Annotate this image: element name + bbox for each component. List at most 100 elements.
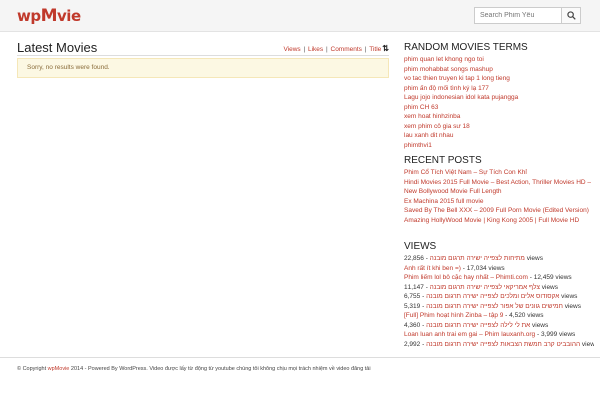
view-count: 6,755 (404, 293, 421, 300)
view-post-link[interactable]: צלף אמריקאי לצפייה ישירה תרגום מובנה (430, 284, 540, 291)
list-item: Hindi Movies 2015 Full Movie – Best Acti… (404, 178, 594, 197)
view-post-link[interactable]: Loan luan anh trai em gai – Phim lauxanh… (404, 331, 535, 338)
view-count: 5,319 (404, 302, 421, 310)
random-terms-list: phim quan let khong ngo toi phim mohabba… (404, 55, 594, 150)
list-item: phim quan let khong ngo toi (404, 55, 594, 65)
list-item: xem hoat hinhzinba (404, 112, 594, 122)
sort-bar: Views | Likes | Comments | Title⇅ (283, 44, 389, 53)
sort-views-link[interactable]: Views (283, 46, 300, 53)
footer-brand-link[interactable]: wpMovie (48, 366, 70, 372)
view-post-link[interactable]: את לי לילה לצפייה ישירה תרגום מובנה (426, 322, 530, 329)
random-terms-widget: RANDOM MOVIES TERMS phim quan let khong … (404, 42, 594, 150)
view-post-link[interactable]: Phim liếm lol bô cặc hay nhất – Phimti.c… (404, 274, 528, 281)
list-item: lau xanh dit nhau (404, 131, 594, 141)
list-item: 6,755 - אקסודוס אלים ומלכים לצפייה ישירה… (404, 293, 578, 300)
list-item: 2,992 - ההובביט קרב חמשת הצבאות לצפייה י… (404, 340, 594, 350)
views-suffix: views (559, 331, 576, 338)
list-item: Lagu jojo indonesian idol kata pujangga (404, 93, 594, 103)
logo-prefix: wp (17, 7, 41, 25)
post-link[interactable]: Ex Machina 2015 full movie (404, 198, 484, 205)
views-widget: VIEWS 22,856 - מתיחות לצפייה ישירה תרגום… (404, 241, 594, 349)
view-post-link[interactable]: [Full] Phim hoạt hình Zinba – tập 9 (404, 312, 503, 319)
view-count: 3,999 (540, 331, 558, 338)
term-link[interactable]: xem phim cô gia sư 18 (404, 123, 470, 130)
term-link[interactable]: phim mohabbat songs mashup (404, 66, 493, 73)
list-item: phim mohabbat songs mashup (404, 65, 594, 75)
view-count: 17,034 (466, 264, 487, 272)
list-item: Saved By The Bell XXX – 2009 Full Porn M… (404, 206, 594, 216)
sort-title-link[interactable]: Title (369, 46, 381, 53)
list-item: [Full] Phim hoạt hình Zinba – tập 9 - 4,… (404, 312, 544, 319)
term-link[interactable]: vo tac thien truyen ki tap 1 long tieng (404, 75, 510, 82)
footer: © Copyright wpMovie 2014 - Powered By Wo… (17, 366, 371, 372)
footer-divider (0, 357, 600, 358)
widget-title: RANDOM MOVIES TERMS (404, 42, 528, 53)
list-item: phim ấn độ mối tình ký lạ 177 (404, 84, 594, 94)
list-item: 11,147 - צלף אמריקאי לצפייה ישירה תרגום … (404, 283, 559, 291)
list-item: Anh rất ít khi ben =) - 17,034 views (404, 264, 505, 272)
post-link[interactable]: Hindi Movies 2015 Full Movie – Best Acti… (404, 179, 591, 196)
post-link[interactable]: Saved By The Bell XXX – 2009 Full Porn M… (404, 207, 589, 214)
view-count: 4,360 (404, 321, 421, 329)
term-link[interactable]: phim quan let khong ngo toi (404, 56, 484, 63)
logo-suffix: vie (57, 7, 81, 25)
view-post-link[interactable]: מתיחות לצפייה ישירה תרגום מובנה (430, 255, 525, 262)
logo-main: M (40, 6, 58, 26)
list-item: vo tac thien truyen ki tap 1 long tieng (404, 74, 594, 84)
recent-posts-widget: RECENT POSTS Phim Cổ Tích Việt Nam – Sự … (404, 155, 594, 225)
widget-title: RECENT POSTS (404, 155, 482, 166)
term-link[interactable]: Lagu jojo indonesian idol kata pujangga (404, 94, 518, 101)
list-item: Loan luan anh trai em gai – Phim lauxanh… (404, 331, 576, 338)
views-suffix: views (527, 312, 544, 319)
view-post-link[interactable]: חמישים גוונים של אפור לצפייה ישירה תרגום… (426, 303, 563, 310)
view-post-link[interactable]: ההובביט קרב חמשת הצבאות לצפייה ישירה תרג… (426, 341, 580, 348)
view-count: 11,147 (404, 283, 424, 291)
list-item: 22,856 - מתיחות לצפייה ישירה תרגום מובנה… (404, 255, 543, 262)
views-suffix: views (564, 302, 581, 310)
views-suffix: views (581, 340, 594, 348)
sort-order-icon[interactable]: ⇅ (382, 44, 389, 53)
sort-likes-link[interactable]: Likes (308, 46, 323, 53)
site-logo[interactable]: wpMvie (17, 6, 81, 26)
view-post-link[interactable]: אקסודוס אלים ומלכים לצפייה ישירה תרגום מ… (426, 293, 559, 300)
views-suffix: views (526, 255, 543, 262)
search-button[interactable] (561, 7, 581, 24)
list-item: 5,319 - חמישים גוונים של אפור לצפייה ישי… (404, 302, 581, 310)
views-suffix: views (488, 264, 505, 272)
divider (17, 55, 389, 56)
term-link[interactable]: lau xanh dit nhau (404, 132, 454, 139)
view-count: 22,856 (404, 255, 424, 262)
top-bar: wpMvie (0, 0, 600, 32)
list-item: Ex Machina 2015 full movie (404, 197, 594, 207)
list-item: Amazing HollyWood Movie | King Kong 2005… (404, 216, 594, 226)
view-count: 2,992 (404, 340, 421, 348)
post-link[interactable]: Phim Cổ Tích Việt Nam – Sự Tích Con Khỉ (404, 169, 527, 176)
post-link[interactable]: Amazing HollyWood Movie | King Kong 2005… (404, 217, 579, 224)
list-item: phimthvi1 (404, 141, 594, 151)
sort-comments-link[interactable]: Comments (331, 46, 362, 53)
footer-text: 2014 - Powered By WordPress. Video được … (69, 366, 371, 372)
views-suffix: views (561, 293, 578, 300)
recent-posts-list: Phim Cổ Tích Việt Nam – Sự Tích Con Khỉ … (404, 168, 594, 225)
term-link[interactable]: phim CH 63 (404, 104, 438, 111)
widget-title: VIEWS (404, 241, 437, 252)
views-list: 22,856 - מתיחות לצפייה ישירה תרגום מובנה… (404, 254, 594, 349)
list-item: xem phim cô gia sư 18 (404, 122, 594, 132)
list-item: Phim Cổ Tích Việt Nam – Sự Tích Con Khỉ (404, 168, 594, 178)
search-icon (566, 11, 576, 20)
views-suffix: views (541, 283, 559, 291)
page-title: Latest Movies (17, 40, 98, 55)
term-link[interactable]: phim ấn độ mối tình ký lạ 177 (404, 85, 489, 92)
views-suffix: views (532, 321, 549, 329)
view-post-link[interactable]: Anh rất ít khi ben =) (404, 265, 461, 272)
view-count: 12,459 (533, 274, 554, 281)
footer-copyright: © Copyright (17, 366, 48, 372)
list-item: Phim liếm lol bô cặc hay nhất – Phimti.c… (404, 274, 572, 281)
list-item: phim CH 63 (404, 103, 594, 113)
term-link[interactable]: phimthvi1 (404, 142, 432, 149)
term-link[interactable]: xem hoat hinhzinba (404, 113, 460, 120)
list-item: 4,360 - את לי לילה לצפייה ישירה תרגום מו… (404, 321, 549, 329)
view-count: 4,520 (509, 312, 526, 319)
no-results-alert: Sorry, no results were found. (17, 58, 389, 78)
views-suffix: views (555, 274, 572, 281)
